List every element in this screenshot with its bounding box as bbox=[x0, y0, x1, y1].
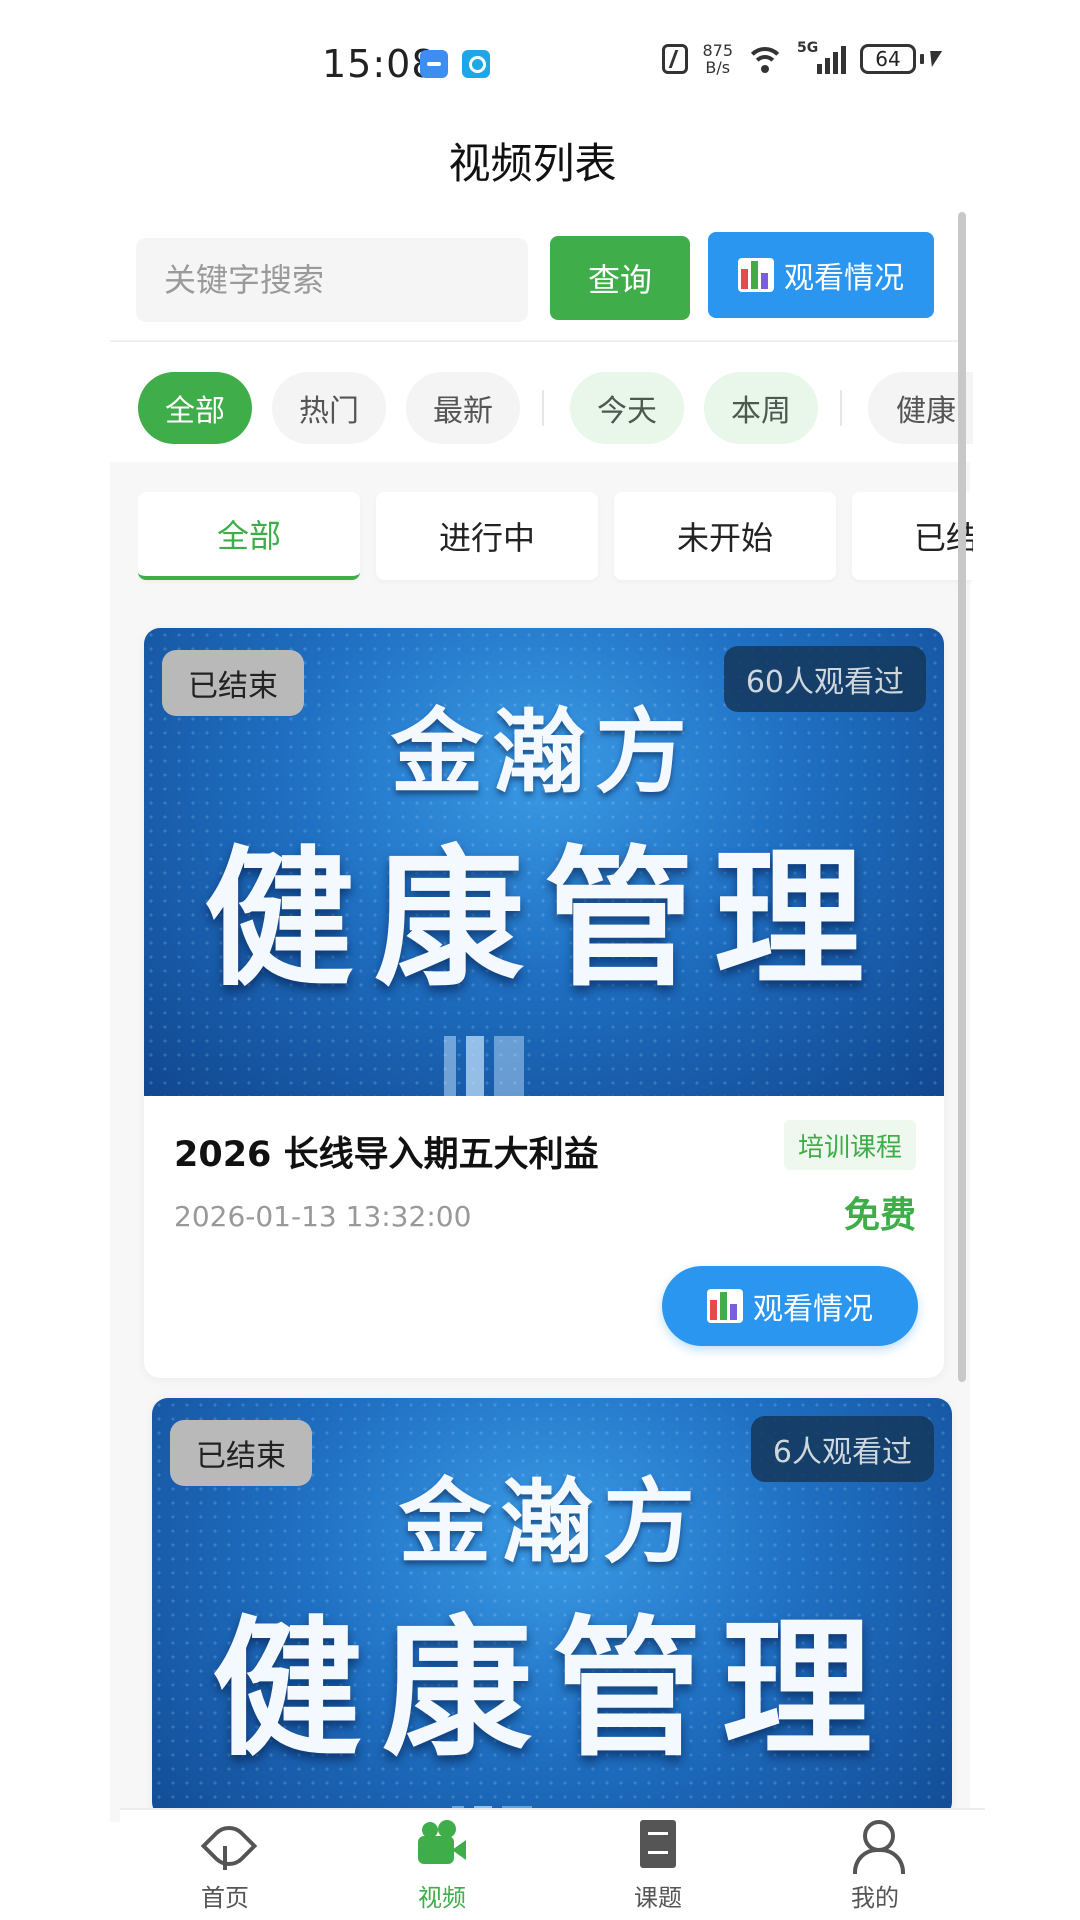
tab-all[interactable]: 全部 bbox=[138, 492, 360, 580]
category-tag: 培训课程 bbox=[783, 1120, 916, 1170]
video-title[interactable]: 2026 长线导入期五大利益 bbox=[174, 1126, 599, 1177]
cellular-signal-icon: 5G bbox=[797, 40, 846, 74]
nav-item-home[interactable]: 首页 bbox=[165, 1820, 285, 1920]
bottom-navigation: 首页 视频 课题 我的 bbox=[120, 1808, 985, 1920]
video-card[interactable]: 金瀚方 健康管理 已结束 6人观看过 bbox=[152, 1398, 952, 1818]
charging-icon bbox=[925, 51, 943, 67]
nav-item-profile[interactable]: 我的 bbox=[815, 1820, 935, 1920]
status-tab-row: 全部 进行中 未开始 已结 bbox=[138, 492, 973, 592]
card-watch-status-button[interactable]: 观看情况 bbox=[662, 1266, 918, 1346]
status-bar: 15:08 875 B/s 5G 64 bbox=[0, 0, 1080, 120]
chip-hot[interactable]: 热门 bbox=[272, 372, 386, 444]
battery-level: 64 bbox=[860, 44, 916, 74]
tab-in-progress[interactable]: 进行中 bbox=[376, 492, 598, 580]
chip-divider bbox=[542, 390, 544, 426]
nav-item-topics[interactable]: 课题 bbox=[598, 1820, 718, 1920]
filter-chip-row: 全部 热门 最新 今天 本周 健康 bbox=[138, 372, 973, 446]
query-button[interactable]: 查询 bbox=[550, 236, 690, 320]
divider bbox=[110, 340, 960, 342]
network-speed-value: 875 bbox=[702, 41, 733, 60]
video-date: 2026-01-13 13:32:00 bbox=[174, 1200, 472, 1233]
thumbnail-headline: 健康管理 bbox=[211, 1603, 892, 1777]
user-icon bbox=[849, 1820, 905, 1874]
video-thumbnail[interactable]: 金瀚方 健康管理 已结束 6人观看过 bbox=[152, 1398, 952, 1818]
nav-label: 首页 bbox=[201, 1884, 249, 1912]
bar-chart-icon bbox=[738, 258, 774, 292]
signal-label: 5G bbox=[797, 40, 819, 56]
video-icon bbox=[416, 1820, 468, 1872]
book-icon bbox=[632, 1820, 684, 1872]
video-thumbnail[interactable]: 金瀚方 健康管理 已结束 60人观看过 bbox=[144, 628, 944, 1096]
bar-chart-icon bbox=[707, 1289, 743, 1323]
search-app-icon bbox=[462, 50, 490, 78]
chip-this-week[interactable]: 本周 bbox=[704, 372, 818, 444]
nav-label: 视频 bbox=[418, 1884, 466, 1912]
battery-icon: 64 bbox=[860, 44, 943, 74]
watch-status-button[interactable]: 观看情况 bbox=[708, 232, 934, 318]
status-icons: 875 B/s 5G 64 bbox=[662, 40, 943, 76]
chip-latest[interactable]: 最新 bbox=[406, 372, 520, 444]
video-card[interactable]: 金瀚方 健康管理 已结束 60人观看过 2026 长线导入期五大利益 培训课程 … bbox=[144, 628, 944, 1378]
viewer-count-badge: 60人观看过 bbox=[723, 646, 926, 712]
nfc-icon bbox=[662, 44, 689, 74]
nav-item-video[interactable]: 视频 bbox=[382, 1820, 502, 1920]
nav-label: 我的 bbox=[851, 1884, 899, 1912]
chip-today[interactable]: 今天 bbox=[570, 372, 684, 444]
viewer-count-badge: 6人观看过 bbox=[750, 1416, 934, 1482]
chip-divider bbox=[840, 390, 842, 426]
chip-all[interactable]: 全部 bbox=[138, 372, 252, 444]
thumbnail-headline: 健康管理 bbox=[203, 833, 884, 1007]
search-input[interactable] bbox=[136, 238, 528, 322]
nav-label: 课题 bbox=[634, 1884, 682, 1912]
network-speed: 875 B/s bbox=[702, 42, 733, 76]
watch-status-label: 观看情况 bbox=[784, 261, 904, 296]
tab-ended[interactable]: 已结 bbox=[852, 492, 973, 580]
wifi-icon bbox=[747, 45, 783, 73]
scrollbar[interactable] bbox=[958, 212, 966, 1382]
status-badge: 已结束 bbox=[170, 1420, 312, 1486]
video-price: 免费 bbox=[843, 1195, 916, 1236]
tab-not-started[interactable]: 未开始 bbox=[614, 492, 836, 580]
card-watch-status-label: 观看情况 bbox=[753, 1292, 873, 1327]
status-badge: 已结束 bbox=[162, 650, 304, 716]
page-title: 视频列表 bbox=[448, 139, 617, 188]
home-icon bbox=[199, 1820, 251, 1872]
usb-icon bbox=[420, 50, 448, 78]
network-speed-unit: B/s bbox=[705, 58, 731, 77]
